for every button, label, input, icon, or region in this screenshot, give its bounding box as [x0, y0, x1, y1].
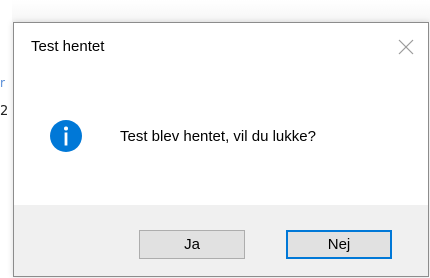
dialog-title: Test hentet — [31, 38, 105, 55]
dialog-content: Test blev hentet, vil du lukke? — [14, 73, 428, 205]
background-window: r 2 — [0, 0, 12, 278]
close-icon — [398, 39, 414, 55]
close-button[interactable] — [390, 31, 422, 63]
screen: r 2 Test hentet Test blev hentet, vil du… — [0, 0, 430, 278]
dialog-message: Test blev hentet, vil du lukke? — [120, 128, 316, 145]
info-icon — [50, 120, 82, 152]
no-button[interactable]: Nej — [286, 230, 392, 259]
dialog-button-bar: Ja Nej — [14, 205, 428, 276]
background-window-edge — [0, 0, 430, 22]
dialog-titlebar[interactable]: Test hentet — [14, 23, 428, 73]
background-text-fragment: r — [0, 76, 5, 90]
yes-button[interactable]: Ja — [139, 230, 245, 259]
background-text-fragment: 2 — [0, 104, 9, 119]
message-dialog: Test hentet Test blev hentet, vil du luk… — [13, 22, 429, 277]
